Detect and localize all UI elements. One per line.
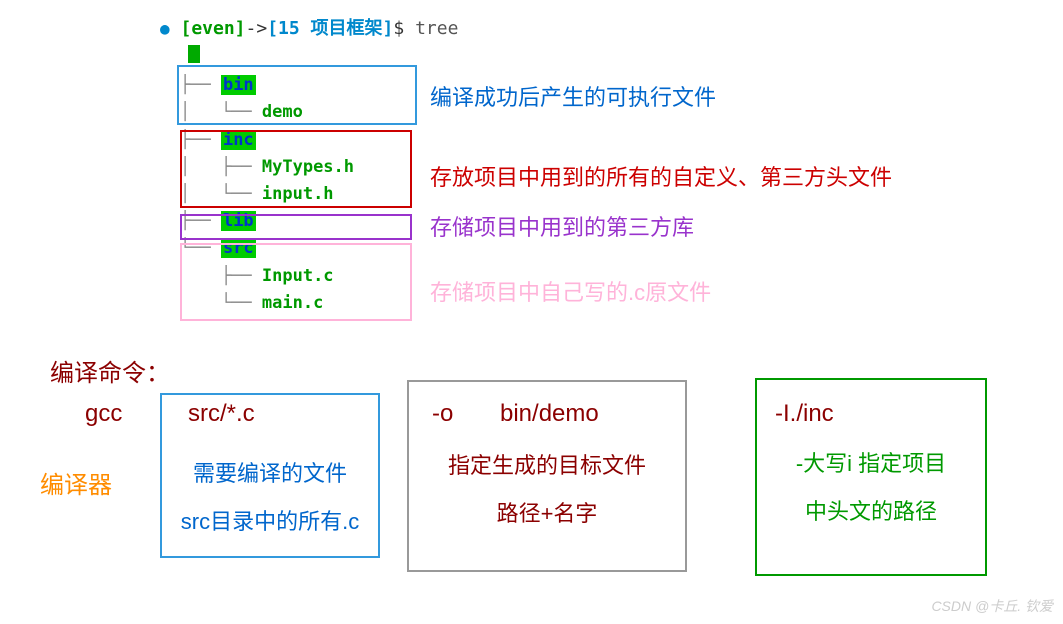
exp3-line1: -大写i 指定项目 xyxy=(757,440,985,488)
terminal-prompt: ● [even]->[15 项目框架]$ tree xyxy=(160,15,458,42)
label-src: 存储项目中自己写的.c原文件 xyxy=(430,275,711,307)
exp2-line2: 路径+名字 xyxy=(409,490,685,538)
bullet-icon: ● xyxy=(160,19,170,38)
explanation-box-src: 需要编译的文件 src目录中的所有.c xyxy=(160,393,380,558)
prompt-dollar: $ xyxy=(393,18,404,39)
box-src-outline xyxy=(180,243,412,321)
exp1-line2: src目录中的所有.c xyxy=(162,498,378,546)
label-lib: 存储项目中用到的第三方库 xyxy=(430,210,694,242)
label-bin: 编译成功后产生的可执行文件 xyxy=(430,80,716,112)
command-text: tree xyxy=(415,18,458,39)
box-inc-outline xyxy=(180,130,412,208)
exp1-line1: 需要编译的文件 xyxy=(162,450,378,498)
prompt-user: [even] xyxy=(180,18,245,39)
watermark: CSDN @卡丘. 钦爱 xyxy=(931,596,1053,616)
compile-title: 编译命令： xyxy=(50,353,170,388)
explanation-box-output: 指定生成的目标文件 路径+名字 xyxy=(407,380,687,572)
explanation-box-include: -大写i 指定项目 中头文的路径 xyxy=(755,378,987,576)
box-bin-outline xyxy=(177,65,417,125)
compiler-label: 编译器 xyxy=(40,465,112,500)
cmd-gcc: gcc xyxy=(85,400,122,428)
prompt-path: [15 项目框架] xyxy=(267,18,393,39)
box-lib-outline xyxy=(180,214,412,240)
exp2-line1: 指定生成的目标文件 xyxy=(409,442,685,490)
exp3-line2: 中头文的路径 xyxy=(757,488,985,536)
prompt-arrow: -> xyxy=(246,18,268,39)
label-inc: 存放项目中用到的所有的自定义、第三方头文件 xyxy=(430,160,892,192)
tree-root-icon xyxy=(188,45,200,63)
